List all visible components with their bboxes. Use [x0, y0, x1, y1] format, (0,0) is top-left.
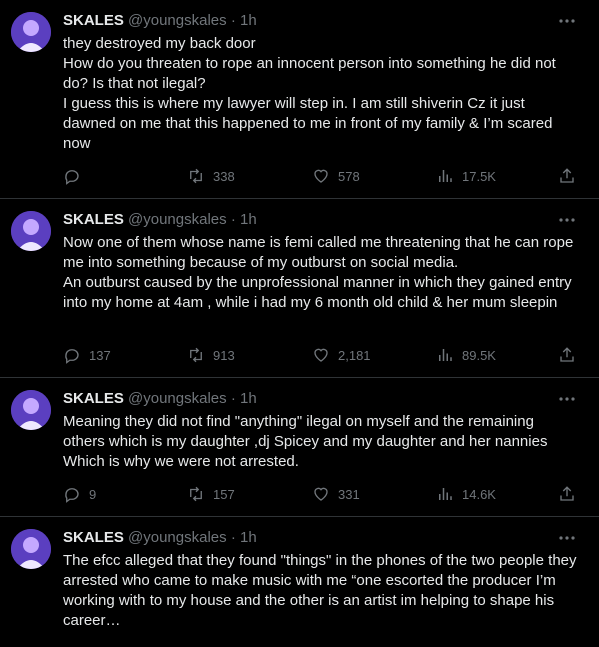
- separator-dot: ·: [230, 529, 236, 546]
- retweet-count: 157: [213, 486, 235, 502]
- views-button[interactable]: 14.6K: [436, 484, 496, 504]
- author-name[interactable]: SKALES: [63, 211, 124, 228]
- avatar[interactable]: [11, 211, 51, 251]
- reply-icon: [65, 349, 79, 364]
- tweet-line: Meaning they did not find "anything" ile…: [63, 413, 548, 470]
- tweet-line: Now one of them whose name is femi calle…: [63, 234, 574, 271]
- reply-button[interactable]: 137: [63, 345, 111, 365]
- reply-count: 9: [89, 486, 97, 502]
- timestamp[interactable]: 1h: [240, 529, 257, 546]
- author-handle[interactable]: @youngskales: [128, 12, 227, 29]
- timestamp[interactable]: 1h: [240, 390, 257, 407]
- reply-icon: [65, 170, 79, 185]
- views-count: 89.5K: [462, 347, 496, 363]
- more-icon[interactable]: [558, 211, 576, 229]
- tweet-text: Now one of them whose name is femi calle…: [63, 233, 579, 313]
- avatar[interactable]: [11, 529, 51, 569]
- like-button[interactable]: 2,181: [312, 345, 371, 365]
- share-button[interactable]: [558, 484, 576, 504]
- timestamp[interactable]: 1h: [240, 12, 257, 29]
- author-name[interactable]: SKALES: [63, 529, 124, 546]
- tweet-header: SKALES @youngskales · 1h: [63, 11, 257, 31]
- separator-dot: ·: [230, 211, 236, 228]
- like-button[interactable]: 578: [312, 166, 360, 186]
- tweet-line: The efcc alleged that they found "things…: [63, 552, 577, 629]
- like-icon: [314, 169, 328, 183]
- views-count: 14.6K: [462, 486, 496, 502]
- tweet[interactable]: SKALES @youngskales · 1h Now one of them…: [0, 199, 599, 378]
- tweet[interactable]: SKALES @youngskales · 1h The efcc allege…: [0, 517, 599, 647]
- like-icon: [314, 487, 328, 501]
- views-icon: [439, 170, 452, 182]
- like-count: 331: [338, 486, 360, 502]
- author-name[interactable]: SKALES: [63, 390, 124, 407]
- author-handle[interactable]: @youngskales: [128, 529, 227, 546]
- tweet-text: Meaning they did not find "anything" ile…: [63, 412, 579, 472]
- tweet-header: SKALES @youngskales · 1h: [63, 389, 257, 409]
- retweet-button[interactable]: 338: [187, 166, 235, 186]
- views-icon: [439, 349, 452, 361]
- avatar[interactable]: [11, 12, 51, 52]
- share-icon: [560, 347, 574, 362]
- reply-button[interactable]: [63, 166, 89, 186]
- avatar[interactable]: [11, 390, 51, 430]
- reply-icon: [65, 488, 79, 503]
- author-handle[interactable]: @youngskales: [128, 390, 227, 407]
- more-icon[interactable]: [558, 12, 576, 30]
- separator-dot: ·: [230, 12, 236, 29]
- tweet-line: How do you threaten to rope an innocent …: [63, 55, 556, 92]
- like-count: 2,181: [338, 347, 371, 363]
- views-count: 17.5K: [462, 168, 496, 184]
- like-icon: [314, 348, 328, 362]
- like-button[interactable]: 331: [312, 484, 360, 504]
- views-button[interactable]: 17.5K: [436, 166, 496, 186]
- retweet-button[interactable]: 913: [187, 345, 235, 365]
- like-count: 578: [338, 168, 360, 184]
- author-handle[interactable]: @youngskales: [128, 211, 227, 228]
- tweet-actions: 338 578 17.5K: [0, 166, 599, 186]
- tweet-header: SKALES @youngskales · 1h: [63, 528, 257, 548]
- tweet-line: I guess this is where my lawyer will ste…: [63, 95, 553, 152]
- views-button[interactable]: 89.5K: [436, 345, 496, 365]
- retweet-count: 338: [213, 168, 235, 184]
- share-button[interactable]: [558, 166, 576, 186]
- tweet-actions: 9 157 331 14.6K: [0, 484, 599, 504]
- retweet-count: 913: [213, 347, 235, 363]
- share-icon: [560, 486, 574, 501]
- reply-button[interactable]: 9: [63, 484, 96, 504]
- retweet-icon: [190, 486, 202, 502]
- retweet-button[interactable]: 157: [187, 484, 235, 504]
- tweet-header: SKALES @youngskales · 1h: [63, 210, 257, 230]
- tweet-line: An outburst caused by the unprofessional…: [63, 274, 572, 311]
- retweet-icon: [190, 347, 202, 363]
- timestamp[interactable]: 1h: [240, 211, 257, 228]
- tweet-actions: 137 913 2,181 89.5K: [0, 345, 599, 365]
- tweet-text: The efcc alleged that they found "things…: [63, 551, 579, 631]
- more-icon[interactable]: [558, 529, 576, 547]
- tweet[interactable]: SKALES @youngskales · 1h Meaning they di…: [0, 378, 599, 517]
- share-button[interactable]: [558, 345, 576, 365]
- more-icon[interactable]: [558, 390, 576, 408]
- views-icon: [439, 488, 452, 500]
- separator-dot: ·: [230, 390, 236, 407]
- reply-count: 137: [89, 347, 111, 363]
- tweet-text: they destroyed my back door How do you t…: [63, 34, 579, 154]
- tweet[interactable]: SKALES @youngskales · 1h they destroyed …: [0, 0, 599, 199]
- author-name[interactable]: SKALES: [63, 12, 124, 29]
- tweet-line: they destroyed my back door: [63, 35, 256, 52]
- retweet-icon: [190, 168, 202, 184]
- share-icon: [560, 168, 574, 183]
